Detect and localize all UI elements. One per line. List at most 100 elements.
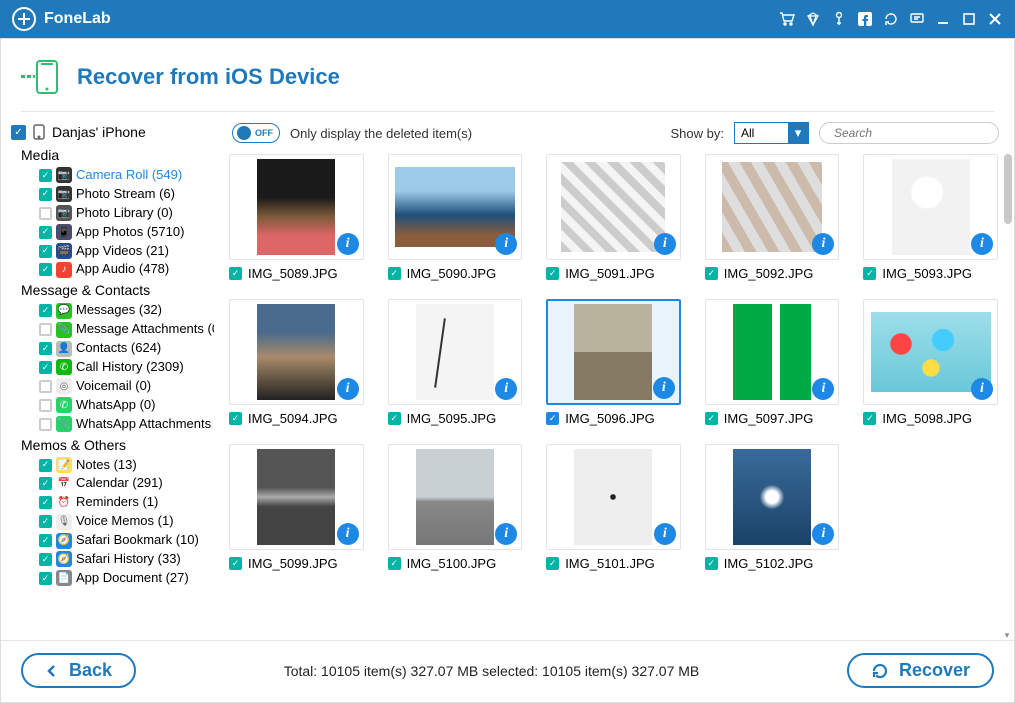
sidebar-item[interactable]: 📷Photo Library (0)	[11, 204, 208, 223]
scrollbar[interactable]: ▾	[1002, 154, 1012, 640]
close-button[interactable]	[987, 11, 1003, 27]
info-icon[interactable]: i	[971, 378, 993, 400]
checkbox[interactable]	[39, 399, 52, 412]
thumbnail-box[interactable]: i	[863, 154, 998, 260]
checkbox[interactable]: ✓	[39, 226, 52, 239]
checkbox[interactable]	[39, 323, 52, 336]
sidebar-item[interactable]: ✓👤Contacts (624)	[11, 339, 208, 358]
search-box[interactable]	[819, 122, 999, 144]
info-icon[interactable]: i	[653, 377, 675, 399]
thumbnail-box[interactable]: i	[546, 154, 681, 260]
thumbnail-checkbox[interactable]: ✓	[546, 557, 559, 570]
checkbox[interactable]	[39, 207, 52, 220]
info-icon[interactable]: i	[654, 233, 676, 255]
info-icon[interactable]: i	[971, 233, 993, 255]
thumbnail-checkbox[interactable]: ✓	[705, 557, 718, 570]
sidebar-item[interactable]: ◎Voicemail (0)	[11, 377, 208, 396]
thumbnail-checkbox[interactable]: ✓	[388, 267, 401, 280]
scroll-down-icon[interactable]: ▾	[1002, 630, 1012, 640]
device-row[interactable]: ✓ Danjas' iPhone	[11, 120, 208, 144]
diamond-icon[interactable]	[805, 11, 821, 27]
thumbnail-cell[interactable]: i✓IMG_5095.JPG	[388, 299, 523, 426]
minimize-button[interactable]	[935, 11, 951, 27]
deleted-only-toggle[interactable]: OFF	[232, 123, 280, 143]
checkbox[interactable]: ✓	[39, 572, 52, 585]
info-icon[interactable]: i	[654, 523, 676, 545]
sidebar-item[interactable]: 📎WhatsApp Attachments (0)	[11, 415, 208, 434]
thumbnail-cell[interactable]: i✓IMG_5096.JPG	[546, 299, 681, 426]
checkbox[interactable]: ✓	[39, 459, 52, 472]
thumbnail-cell[interactable]: i✓IMG_5094.JPG	[229, 299, 364, 426]
sidebar-item[interactable]: ✓🎙Voice Memos (1)	[11, 512, 208, 531]
refresh-icon[interactable]	[883, 11, 899, 27]
checkbox[interactable]: ✓	[39, 245, 52, 258]
back-button[interactable]: Back	[21, 653, 136, 688]
info-icon[interactable]: i	[337, 233, 359, 255]
thumbnail-box[interactable]: i	[705, 444, 840, 550]
thumbnail-checkbox[interactable]: ✓	[863, 412, 876, 425]
thumbnail-box[interactable]: i	[546, 299, 681, 405]
thumbnail-checkbox[interactable]: ✓	[388, 557, 401, 570]
thumbnail-box[interactable]: i	[388, 154, 523, 260]
info-icon[interactable]: i	[337, 378, 359, 400]
checkbox[interactable]: ✓	[39, 361, 52, 374]
thumbnail-box[interactable]: i	[388, 444, 523, 550]
checkbox[interactable]: ✓	[39, 169, 52, 182]
sidebar-item[interactable]: ✓📷Photo Stream (6)	[11, 185, 208, 204]
thumbnail-checkbox[interactable]: ✓	[546, 267, 559, 280]
sidebar-item[interactable]: ✓📝Notes (13)	[11, 456, 208, 475]
thumbnail-box[interactable]: i	[229, 444, 364, 550]
info-icon[interactable]: i	[495, 233, 517, 255]
scroll-thumb[interactable]	[1004, 154, 1012, 224]
thumbnail-cell[interactable]: i✓IMG_5102.JPG	[705, 444, 840, 571]
feedback-icon[interactable]	[909, 11, 925, 27]
sidebar-item[interactable]: ✓💬Messages (32)	[11, 301, 208, 320]
thumbnail-box[interactable]: i	[705, 299, 840, 405]
checkbox[interactable]: ✓	[39, 534, 52, 547]
thumbnail-box[interactable]: i	[229, 154, 364, 260]
checkbox[interactable]	[39, 418, 52, 431]
info-icon[interactable]: i	[337, 523, 359, 545]
key-icon[interactable]	[831, 11, 847, 27]
sidebar-item[interactable]: ✓🧭Safari Bookmark (10)	[11, 531, 208, 550]
recover-button[interactable]: Recover	[847, 653, 994, 688]
thumbnail-checkbox[interactable]: ✓	[863, 267, 876, 280]
checkbox[interactable]: ✓	[39, 263, 52, 276]
thumbnail-checkbox[interactable]: ✓	[705, 412, 718, 425]
info-icon[interactable]: i	[812, 523, 834, 545]
sidebar-item[interactable]: ✆WhatsApp (0)	[11, 396, 208, 415]
checkbox[interactable]: ✓	[39, 304, 52, 317]
checkbox[interactable]: ✓	[39, 342, 52, 355]
thumbnail-cell[interactable]: i✓IMG_5089.JPG	[229, 154, 364, 281]
thumbnail-checkbox[interactable]: ✓	[546, 412, 559, 425]
checkbox[interactable]: ✓	[39, 515, 52, 528]
thumbnail-box[interactable]: i	[863, 299, 998, 405]
checkbox[interactable]: ✓	[39, 477, 52, 490]
checkbox[interactable]: ✓	[39, 496, 52, 509]
thumbnail-cell[interactable]: i✓IMG_5099.JPG	[229, 444, 364, 571]
thumbnail-checkbox[interactable]: ✓	[229, 412, 242, 425]
thumbnail-cell[interactable]: i✓IMG_5097.JPG	[705, 299, 840, 426]
search-input[interactable]	[834, 126, 991, 140]
thumbnail-box[interactable]: i	[705, 154, 840, 260]
thumbnail-cell[interactable]: i✓IMG_5100.JPG	[388, 444, 523, 571]
sidebar-item[interactable]: ✓🎬App Videos (21)	[11, 242, 208, 261]
info-icon[interactable]: i	[495, 378, 517, 400]
maximize-button[interactable]	[961, 11, 977, 27]
thumbnail-cell[interactable]: i✓IMG_5093.JPG	[863, 154, 998, 281]
thumbnail-box[interactable]: i	[546, 444, 681, 550]
thumbnail-box[interactable]: i	[388, 299, 523, 405]
thumbnail-cell[interactable]: i✓IMG_5101.JPG	[546, 444, 681, 571]
sidebar-item[interactable]: ✓♪App Audio (478)	[11, 260, 208, 279]
thumbnail-checkbox[interactable]: ✓	[388, 412, 401, 425]
thumbnail-cell[interactable]: i✓IMG_5090.JPG	[388, 154, 523, 281]
thumbnail-cell[interactable]: i✓IMG_5092.JPG	[705, 154, 840, 281]
checkbox[interactable]: ✓	[39, 188, 52, 201]
thumbnail-cell[interactable]: i✓IMG_5098.JPG	[863, 299, 998, 426]
checkbox[interactable]	[39, 380, 52, 393]
show-by-select[interactable]: All ▾	[734, 122, 809, 144]
info-icon[interactable]: i	[495, 523, 517, 545]
device-checkbox[interactable]: ✓	[11, 125, 26, 140]
sidebar-item[interactable]: ✓📄App Document (27)	[11, 569, 208, 588]
sidebar-item[interactable]: 📎Message Attachments (0)	[11, 320, 208, 339]
